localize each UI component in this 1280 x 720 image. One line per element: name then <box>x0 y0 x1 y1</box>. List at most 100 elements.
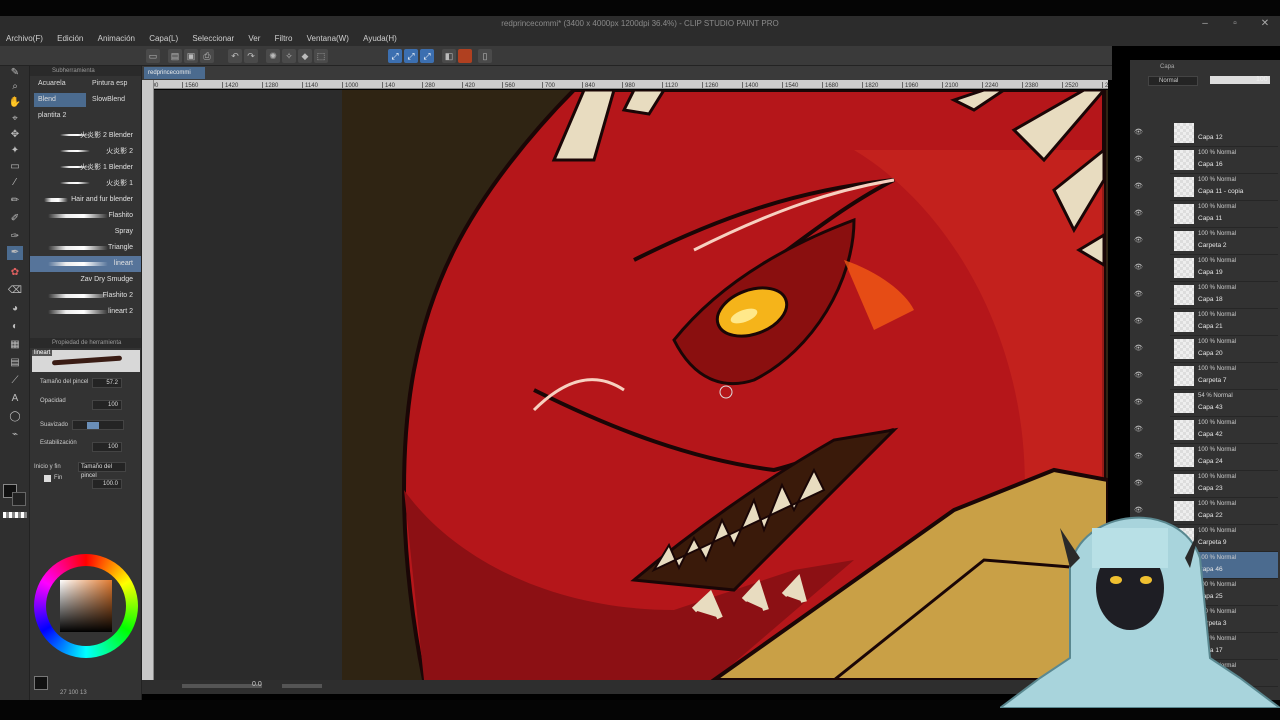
blend-tool-icon[interactable]: ✒ <box>7 246 23 260</box>
print-icon[interactable]: ⎙ <box>200 49 214 63</box>
fill-icon[interactable]: ◆ <box>298 49 312 63</box>
minimize-button[interactable]: – <box>1190 16 1220 32</box>
menu-ayuda[interactable]: Ayuda(H) <box>357 32 403 46</box>
pencil-icon[interactable]: ✏ <box>7 194 23 208</box>
layer-row[interactable]: 100 % Normal Capa 20 <box>1170 336 1278 363</box>
eyedropper-icon[interactable]: ⁄ <box>7 176 23 190</box>
layer-row[interactable]: 100 % Normal Capa 19 <box>1170 255 1278 282</box>
layer-row[interactable]: 100 % Normal Capa 16 <box>1170 147 1278 174</box>
menu-capa[interactable]: Capa(L) <box>143 32 184 46</box>
menu-seleccionar[interactable]: Seleccionar <box>186 32 240 46</box>
brush-item[interactable]: 火炎影 2 <box>30 144 141 160</box>
fill-tool-icon[interactable]: ◕ <box>7 302 23 316</box>
menu-edicion[interactable]: Edición <box>51 32 89 46</box>
snap-grid-icon[interactable]: ⤢ <box>420 49 434 63</box>
layer-row[interactable]: 54 % Normal Capa 43 <box>1170 390 1278 417</box>
layer-row[interactable]: 100 % Normal Capa 18 <box>1170 282 1278 309</box>
text-icon[interactable]: A <box>7 392 23 406</box>
brush-item[interactable]: Spray <box>30 224 141 240</box>
zoom-slider[interactable] <box>182 684 262 688</box>
artwork-canvas[interactable] <box>154 90 1108 680</box>
brush-item-selected[interactable]: lineart <box>30 256 141 272</box>
figure-icon[interactable]: ▦ <box>7 338 23 352</box>
color-square[interactable] <box>60 580 112 632</box>
brush-item[interactable]: Triangle <box>30 240 141 256</box>
visibility-eye-icon[interactable]: 👁 <box>1134 398 1146 406</box>
tab-slowblend[interactable]: SlowBlend <box>88 93 129 107</box>
maximize-button[interactable]: ▫ <box>1220 16 1250 32</box>
gradient-icon[interactable]: ◐ <box>7 320 23 334</box>
visibility-eye-icon[interactable]: 👁 <box>1134 155 1146 163</box>
close-button[interactable]: ✕ <box>1250 16 1280 32</box>
ruler-icon[interactable]: ⟋ <box>7 374 23 388</box>
selection-icon[interactable]: ▭ <box>7 160 23 174</box>
save-icon[interactable]: ▣ <box>184 49 198 63</box>
layer-row[interactable]: Capa 12 <box>1170 120 1278 147</box>
color-wheel[interactable] <box>34 554 138 658</box>
open-file-icon[interactable]: ▤ <box>168 49 182 63</box>
pen-tool-icon[interactable]: ✎ <box>7 66 23 80</box>
brush-size-input[interactable]: 57.2 <box>92 378 122 388</box>
brush-icon[interactable]: ✐ <box>7 212 23 226</box>
visibility-eye-icon[interactable]: 👁 <box>1134 209 1146 217</box>
brush-item[interactable]: lineart 2 <box>30 304 141 320</box>
visibility-eye-icon[interactable]: 👁 <box>1134 290 1146 298</box>
blend-mode-select[interactable]: Normal <box>1148 76 1198 86</box>
tab-pintura[interactable]: Pintura esp <box>88 77 131 91</box>
visibility-eye-icon[interactable]: 👁 <box>1134 236 1146 244</box>
visibility-eye-icon[interactable]: 👁 <box>1134 263 1146 271</box>
move-tool-icon[interactable]: ✥ <box>7 128 23 142</box>
hand-tool-icon[interactable]: ✋ <box>7 96 23 110</box>
transform-icon[interactable]: ⬚ <box>314 49 328 63</box>
layer-row[interactable]: 100 % Normal Capa 42 <box>1170 417 1278 444</box>
brush-item[interactable]: Flashito 2 <box>30 288 141 304</box>
correct-line-icon[interactable]: ⌁ <box>7 428 23 442</box>
object-tool-icon[interactable]: ⌖ <box>7 112 23 126</box>
visibility-eye-icon[interactable]: 👁 <box>1134 371 1146 379</box>
brush-item[interactable]: Flashito <box>30 208 141 224</box>
visibility-eye-icon[interactable]: 👁 <box>1134 452 1146 460</box>
snap-ruler-icon[interactable]: ⤢ <box>388 49 402 63</box>
layer-row[interactable]: 100 % Normal Capa 23 <box>1170 471 1278 498</box>
frame-icon[interactable]: ▤ <box>7 356 23 370</box>
layer-row[interactable]: 100 % Normal Capa 11 - copia <box>1170 174 1278 201</box>
visibility-eye-icon[interactable]: 👁 <box>1134 128 1146 136</box>
brush-item[interactable]: Zav Dry Smudge <box>30 272 141 288</box>
eraser-icon[interactable]: ⌫ <box>7 284 23 298</box>
clear-icon[interactable]: ✺ <box>266 49 280 63</box>
visibility-eye-icon[interactable]: 👁 <box>1134 344 1146 352</box>
visibility-eye-icon[interactable]: 👁 <box>1134 317 1146 325</box>
opacity-input[interactable]: 100 <box>92 400 122 410</box>
brush-item[interactable]: 火炎影 1 <box>30 176 141 192</box>
visibility-eye-icon[interactable]: 👁 <box>1134 182 1146 190</box>
menu-archivo[interactable]: Archivo(F) <box>0 32 49 46</box>
layer-row[interactable]: 100 % Normal Capa 24 <box>1170 444 1278 471</box>
brush-item[interactable]: Hair and fur blender <box>30 192 141 208</box>
visibility-eye-icon[interactable]: 👁 <box>1134 425 1146 433</box>
device-icon[interactable]: ▯ <box>478 49 492 63</box>
tab-plantita[interactable]: plantita 2 <box>34 109 70 123</box>
tab-blend[interactable]: Blend <box>34 93 86 107</box>
new-file-icon[interactable]: ▭ <box>146 49 160 63</box>
layer-row[interactable]: 100 % Normal Capa 21 <box>1170 309 1278 336</box>
airbrush-icon[interactable]: ✑ <box>7 230 23 244</box>
sub-color-swatch[interactable] <box>12 492 26 506</box>
fin-checkbox[interactable] <box>44 475 51 482</box>
color-swatch-icon[interactable] <box>458 49 472 63</box>
layer-row[interactable]: 100 % Normal Carpeta 2 <box>1170 228 1278 255</box>
document-tab[interactable]: redprincecommi <box>144 67 205 79</box>
menu-filtro[interactable]: Filtro <box>269 32 299 46</box>
smoothing-selector[interactable] <box>72 420 124 430</box>
menu-ver[interactable]: Ver <box>242 32 266 46</box>
menu-animacion[interactable]: Animación <box>92 32 141 46</box>
zoom-tool-icon[interactable]: ⌕ <box>7 80 23 94</box>
tab-acuarela[interactable]: Acuarela <box>34 77 70 91</box>
layer-row[interactable]: 100 % Normal Capa 11 <box>1170 201 1278 228</box>
decoration-icon[interactable]: ✿ <box>7 266 23 280</box>
color-settings-icon[interactable]: ◧ <box>442 49 456 63</box>
clear-outside-icon[interactable]: ✧ <box>282 49 296 63</box>
start-end-select[interactable]: Tamaño del pincel <box>78 462 126 479</box>
undo-icon[interactable]: ↶ <box>228 49 242 63</box>
rotation-slider[interactable] <box>282 684 322 688</box>
redo-icon[interactable]: ↷ <box>244 49 258 63</box>
